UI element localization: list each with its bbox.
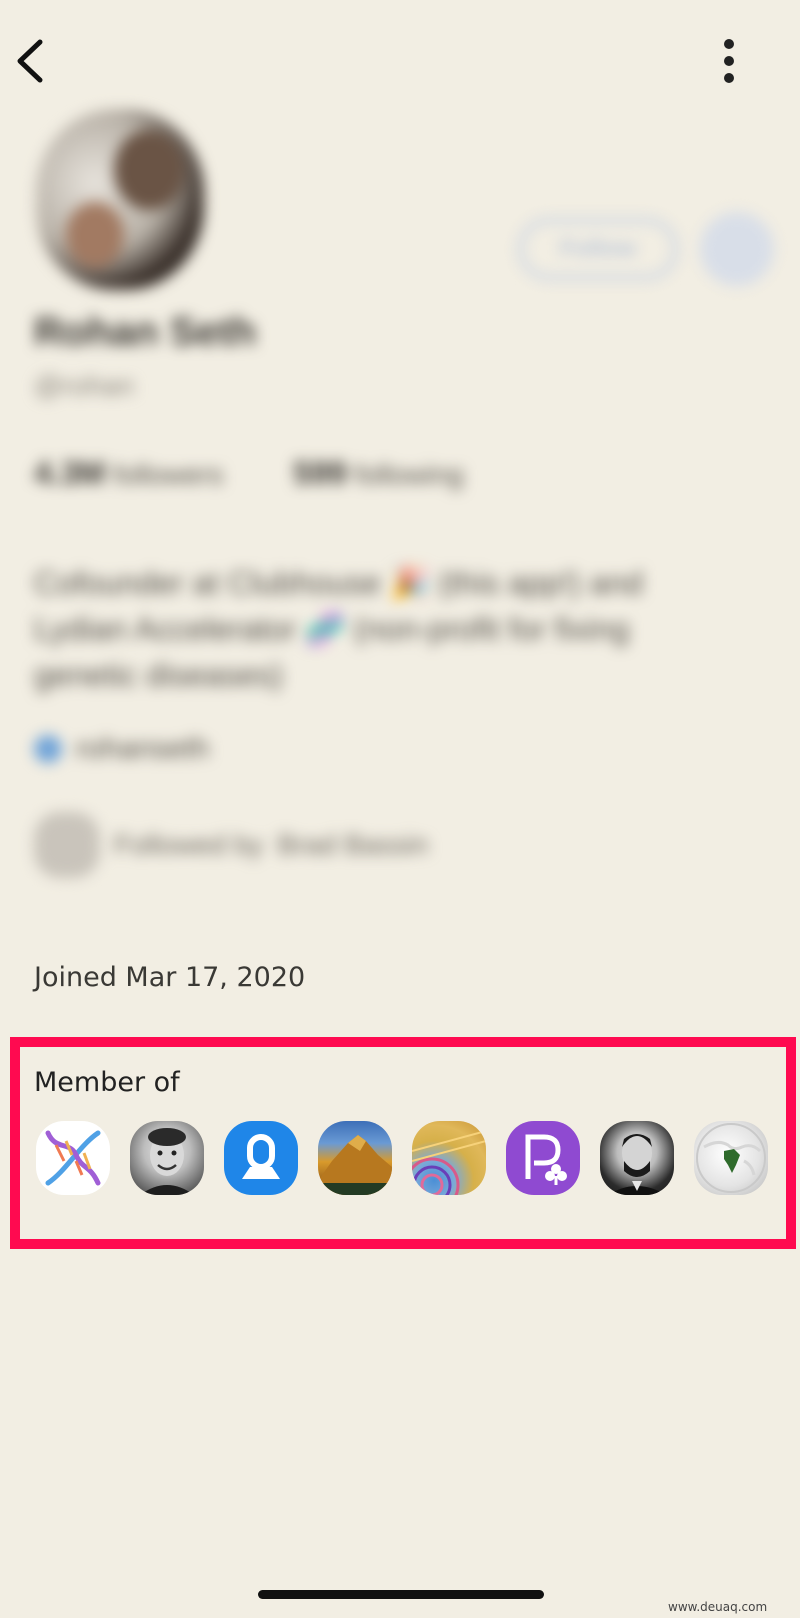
club-list <box>36 1121 768 1195</box>
globe-icon <box>696 1123 766 1193</box>
back-button[interactable] <box>12 36 52 86</box>
p-club-icon <box>525 1134 567 1185</box>
keyhole-logo-icon <box>242 1134 280 1179</box>
followed-by-prefix: Followed by <box>114 829 264 860</box>
club-item[interactable] <box>224 1121 298 1195</box>
profile-bio: Cofounder at Clubhouse 🎉 (this app!) and… <box>34 565 644 693</box>
club-item[interactable] <box>130 1121 204 1195</box>
club-item[interactable] <box>694 1121 768 1195</box>
club-item[interactable] <box>506 1121 580 1195</box>
club-item[interactable] <box>412 1121 486 1195</box>
following-count: 599 <box>293 455 347 491</box>
vertical-dots-icon <box>724 39 734 83</box>
twitter-handle: rohanseth <box>76 732 210 765</box>
followers-count: 4.3M <box>34 455 106 491</box>
club-item[interactable] <box>600 1121 674 1195</box>
watermark-text: www.deuaq.com <box>668 1600 768 1614</box>
following-stat[interactable]: 599 following <box>293 455 463 492</box>
club-item[interactable] <box>318 1121 392 1195</box>
profile-screen: Follow Rohan Seth @rohan 4.3M followers … <box>0 0 800 1618</box>
dna-icon <box>45 1130 101 1186</box>
blurred-profile-details: Follow Rohan Seth @rohan 4.3M followers … <box>0 100 800 920</box>
joined-date: Joined Mar 17, 2020 <box>34 962 306 993</box>
followers-stat[interactable]: 4.3M followers <box>34 455 223 492</box>
club-item[interactable] <box>36 1121 110 1195</box>
follow-button[interactable]: Follow <box>518 218 678 280</box>
lincoln-portrait-icon <box>608 1134 666 1195</box>
man-portrait-icon <box>140 1128 194 1195</box>
following-label: following <box>354 459 464 490</box>
profile-stats: 4.3M followers 599 following <box>34 455 464 492</box>
notification-button[interactable] <box>700 212 774 286</box>
followed-by-name: Brad Bassin <box>277 829 429 860</box>
more-options-button[interactable] <box>714 36 744 86</box>
mountain-icon <box>318 1135 392 1195</box>
followers-label: followers <box>112 459 224 490</box>
chevron-left-icon <box>17 39 43 83</box>
avatar-face <box>114 130 184 210</box>
member-of-title: Member of <box>34 1067 180 1098</box>
twitter-link[interactable]: rohanseth <box>34 732 209 766</box>
profile-handle: @rohan <box>34 370 135 401</box>
profile-avatar[interactable] <box>36 110 204 290</box>
home-indicator[interactable] <box>258 1590 544 1599</box>
followed-by[interactable]: Followed by Brad Bassin <box>34 812 428 878</box>
follower-avatar <box>34 812 100 878</box>
profile-name: Rohan Seth <box>34 310 257 354</box>
pattern-icon <box>412 1130 486 1195</box>
twitter-icon <box>34 735 62 763</box>
avatar-face <box>66 202 124 268</box>
